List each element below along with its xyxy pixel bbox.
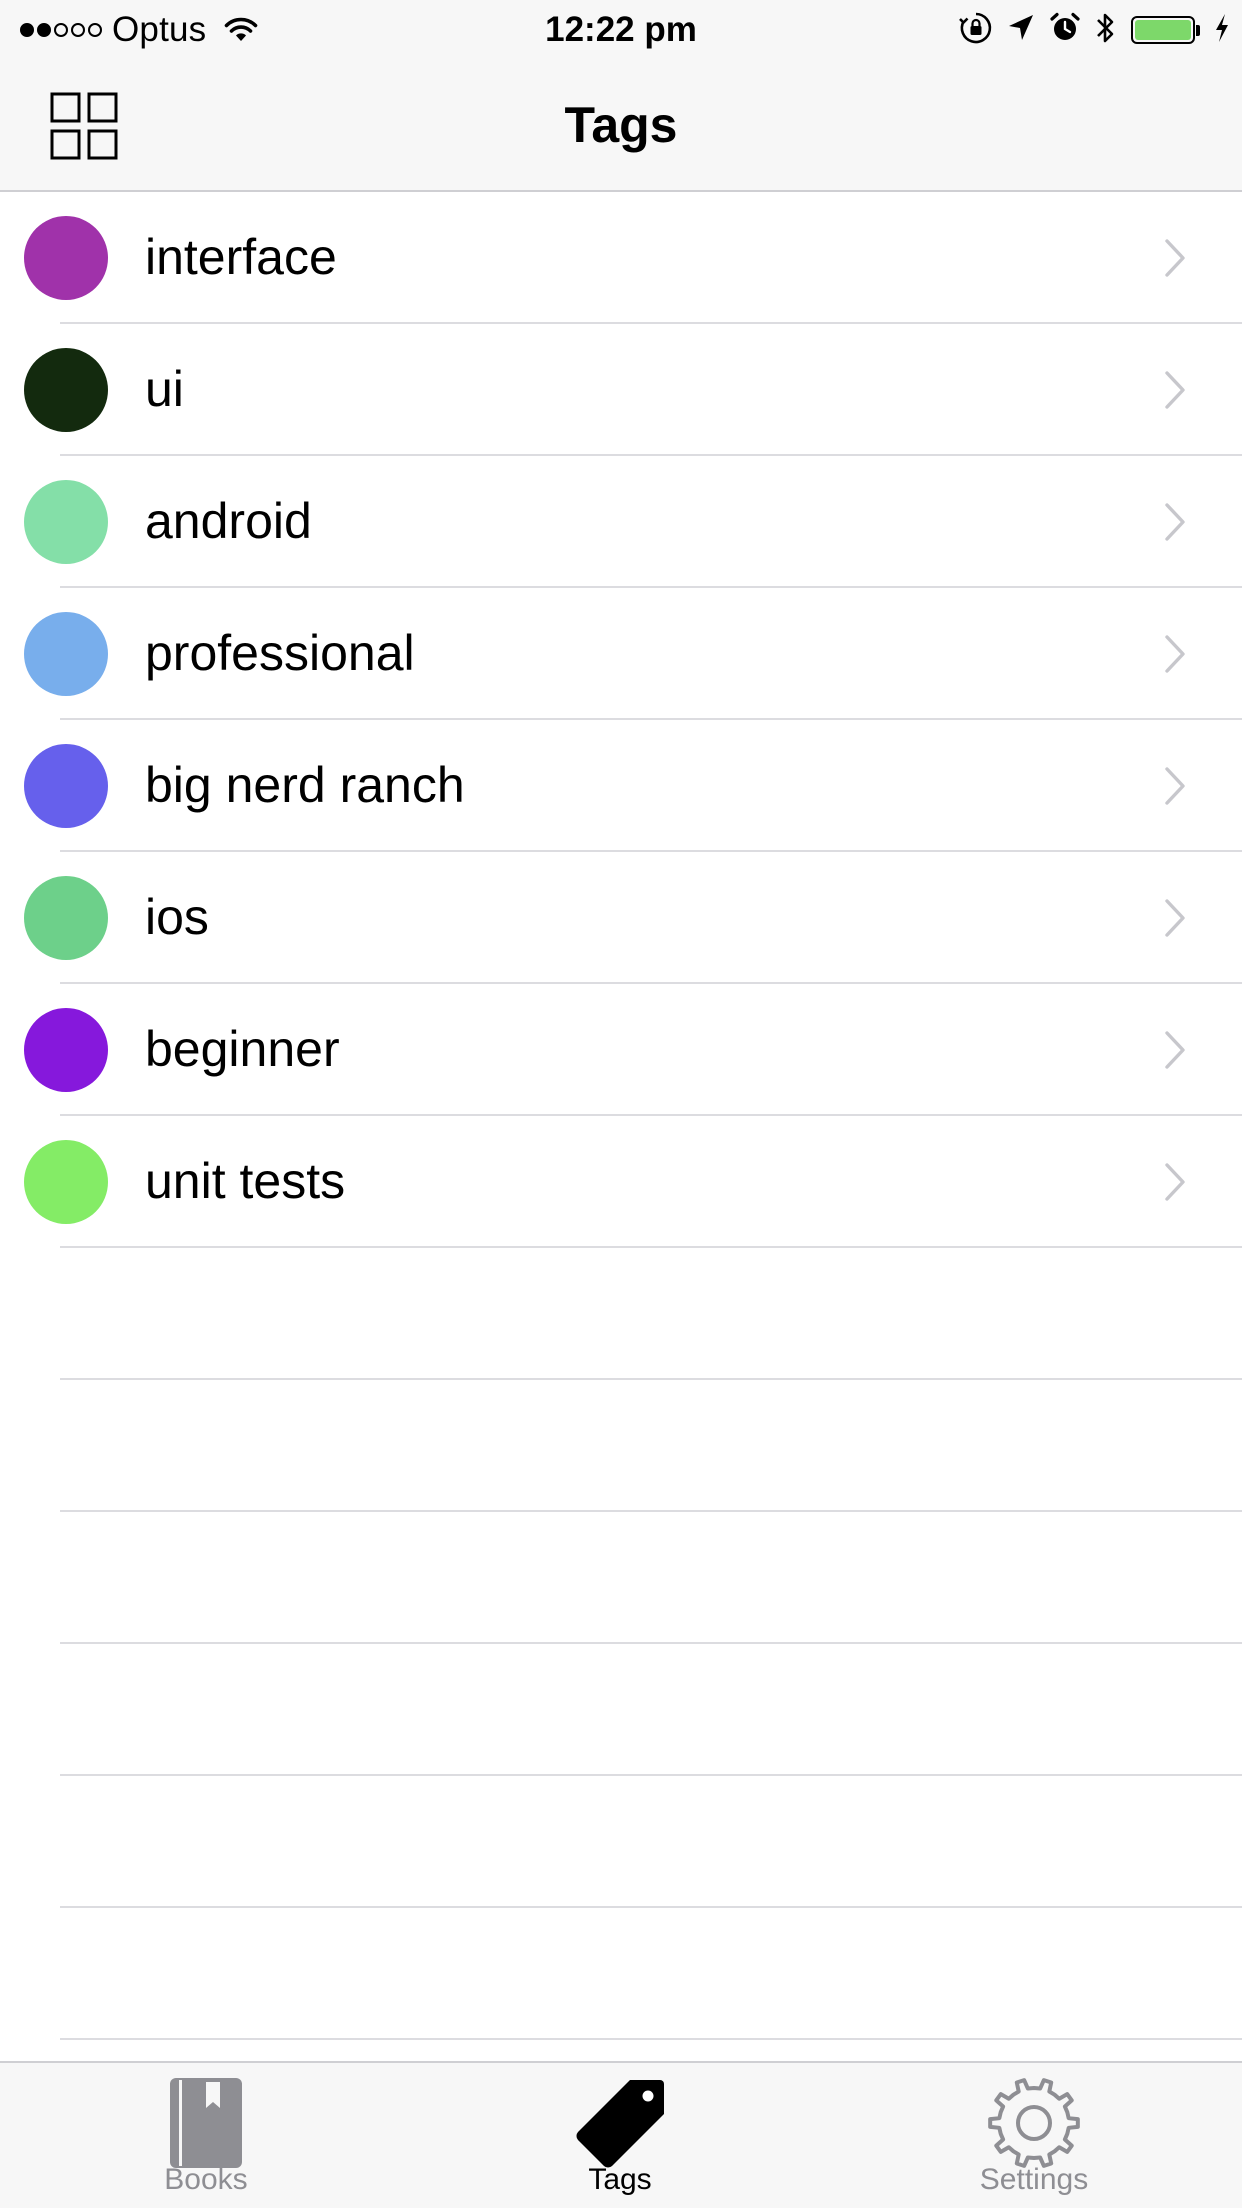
- tag-label: android: [145, 493, 312, 549]
- wifi-icon: [224, 17, 258, 43]
- tag-icon: [570, 2073, 670, 2173]
- status-bar: Optus 12:22 pm: [0, 0, 1242, 60]
- tag-label: professional: [145, 625, 415, 681]
- tag-color-swatch: [24, 1008, 108, 1092]
- empty-table-row: [0, 1908, 1242, 2040]
- chevron-right-icon: [1165, 899, 1185, 937]
- tag-color-swatch: [24, 348, 108, 432]
- grid-icon: [50, 92, 118, 160]
- chevron-right-icon: [1165, 767, 1185, 805]
- orientation-lock-icon: [959, 11, 993, 50]
- empty-table-row: [0, 1644, 1242, 1776]
- tag-row[interactable]: interface: [0, 192, 1242, 324]
- tag-color-swatch: [24, 1140, 108, 1224]
- chevron-right-icon: [1165, 503, 1185, 541]
- location-arrow-icon: [1007, 13, 1035, 48]
- charging-bolt-icon: [1214, 13, 1230, 48]
- tag-row[interactable]: unit tests: [0, 1116, 1242, 1248]
- tag-label: ui: [145, 361, 184, 417]
- empty-table-row: [0, 1776, 1242, 1908]
- tags-screen: Optus 12:22 pm Tags interface ui android…: [0, 0, 1242, 2208]
- tag-color-swatch: [24, 480, 108, 564]
- tab-label-books: Books: [164, 2163, 248, 2196]
- tab-label-settings: Settings: [979, 2163, 1089, 2196]
- tag-color-swatch: [24, 216, 108, 300]
- tag-label: ios: [145, 889, 209, 945]
- tag-label: beginner: [145, 1021, 340, 1077]
- tag-row[interactable]: ios: [0, 852, 1242, 984]
- tab-bar: Books Tags Settings: [0, 2061, 1242, 2208]
- chevron-right-icon: [1165, 239, 1185, 277]
- empty-table-row: [0, 1380, 1242, 1512]
- tab-settings[interactable]: Settings: [934, 2063, 1134, 2208]
- signal-strength-icon: [20, 23, 102, 37]
- tag-row[interactable]: big nerd ranch: [0, 720, 1242, 852]
- empty-table-row: [0, 1248, 1242, 1380]
- book-icon: [156, 2073, 256, 2173]
- grid-view-button[interactable]: [42, 84, 126, 168]
- navigation-bar: Tags: [0, 60, 1242, 192]
- tag-label: unit tests: [145, 1153, 346, 1209]
- tag-list: interface ui android professional big nerd r…: [0, 192, 1242, 2040]
- bluetooth-icon: [1095, 10, 1117, 51]
- tag-row[interactable]: professional: [0, 588, 1242, 720]
- page-title: Tags: [564, 97, 678, 153]
- chevron-right-icon: [1165, 635, 1185, 673]
- tag-label: interface: [145, 229, 337, 285]
- status-left: Optus: [20, 0, 258, 60]
- status-right: [959, 0, 1230, 60]
- gear-icon: [984, 2073, 1084, 2173]
- carrier-name: Optus: [112, 10, 207, 49]
- tab-tags[interactable]: Tags: [520, 2063, 720, 2208]
- battery-level: [1135, 20, 1191, 40]
- chevron-right-icon: [1165, 371, 1185, 409]
- tag-color-swatch: [24, 744, 108, 828]
- chevron-right-icon: [1165, 1163, 1185, 1201]
- tag-row[interactable]: beginner: [0, 984, 1242, 1116]
- tab-label-tags: Tags: [588, 2163, 652, 2196]
- tag-color-swatch: [24, 876, 108, 960]
- alarm-icon: [1049, 12, 1081, 49]
- battery-icon: [1131, 16, 1200, 44]
- tag-row[interactable]: android: [0, 456, 1242, 588]
- empty-table-row: [0, 1512, 1242, 1644]
- tag-color-swatch: [24, 612, 108, 696]
- tag-row[interactable]: ui: [0, 324, 1242, 456]
- chevron-right-icon: [1165, 1031, 1185, 1069]
- tab-books[interactable]: Books: [106, 2063, 306, 2208]
- tag-label: big nerd ranch: [145, 757, 465, 813]
